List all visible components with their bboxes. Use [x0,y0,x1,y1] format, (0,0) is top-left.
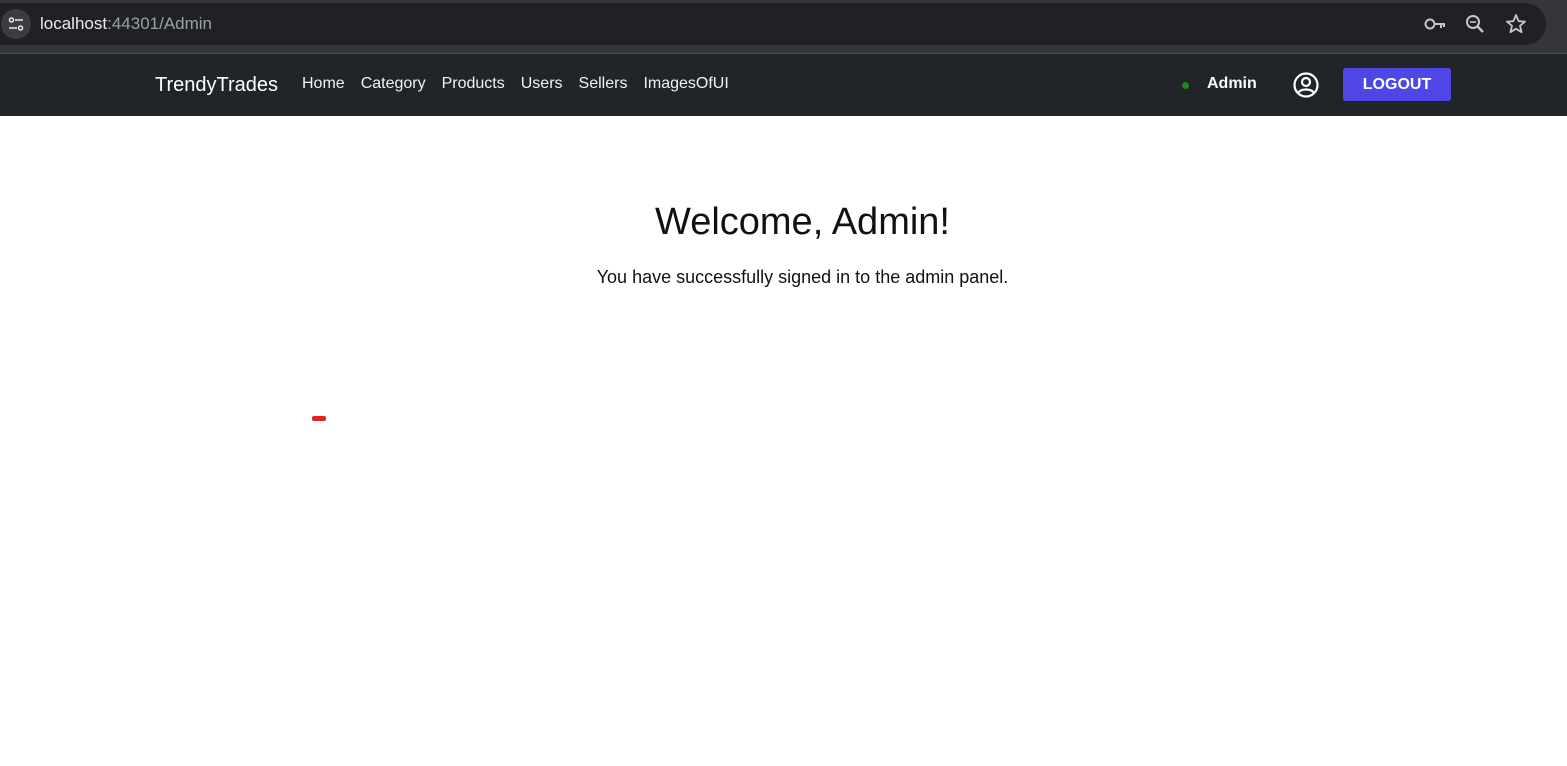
bookmark-strip [0,45,1567,54]
password-key-icon[interactable] [1423,12,1447,36]
user-profile-icon[interactable] [1292,71,1320,99]
welcome-message: You have successfully signed in to the a… [596,267,1009,287]
bookmark-star-icon[interactable] [1504,12,1528,36]
online-status-dot [1182,82,1189,89]
site-info-icon[interactable] [1,9,31,39]
nav-link-users[interactable]: Users [521,74,563,94]
red-cursor-mark [312,416,326,421]
url-path: :44301/Admin [107,14,213,33]
nav-link-category[interactable]: Category [361,74,426,94]
welcome-heading: Welcome, Admin! [655,201,950,243]
browser-toolbar: localhost:44301/Admin [0,0,1567,54]
nav-link-products[interactable]: Products [442,74,505,94]
nav-link-sellers[interactable]: Sellers [579,74,628,94]
current-user-name: Admin [1207,75,1257,92]
zoom-icon[interactable] [1463,12,1487,36]
nav-link-home[interactable]: Home [302,74,345,94]
logout-button[interactable]: LOGOUT [1343,68,1451,101]
navbar: TrendyTrades Home Category Products User… [0,54,1567,116]
address-bar[interactable]: localhost:44301/Admin [0,3,1546,45]
nav-link-images-of-ui[interactable]: ImagesOfUI [643,74,728,94]
nav-links: Home Category Products Users Sellers Ima… [302,74,729,94]
url-text[interactable]: localhost:44301/Admin [40,14,212,34]
brand-link[interactable]: TrendyTrades [155,73,278,97]
url-host: localhost [40,14,108,33]
